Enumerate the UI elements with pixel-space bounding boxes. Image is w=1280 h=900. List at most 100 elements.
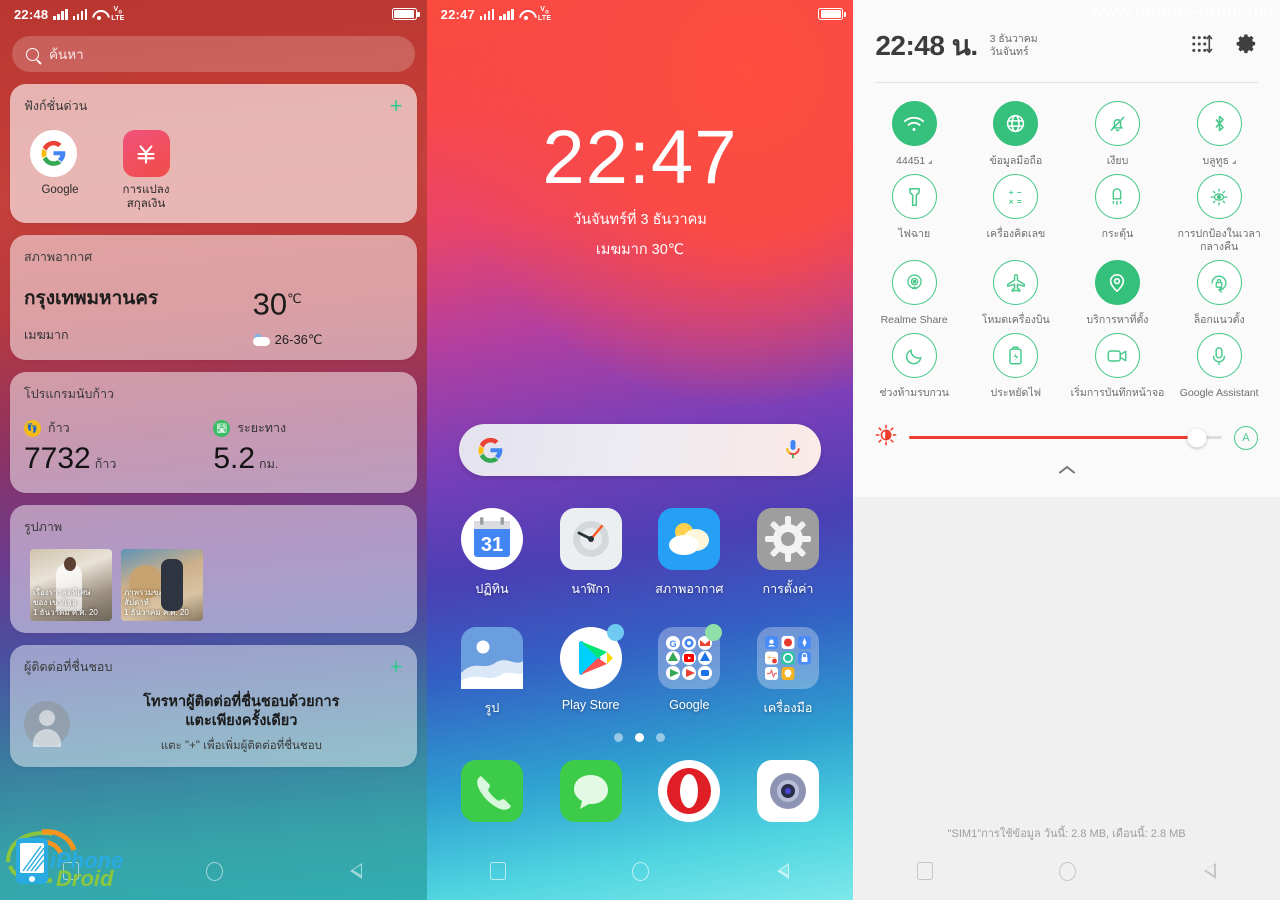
qs-label: ประหยัดไฟ [990,387,1042,399]
svg-text:+: + [1009,188,1014,197]
page-dot[interactable] [614,733,624,742]
qs-toggle-bluetooth[interactable]: บลูทูธ [1168,101,1270,168]
step-counter-title: โปรแกรมนับก้าว [24,387,115,402]
weather-icon [658,508,721,570]
dock-messages[interactable] [541,760,640,822]
page-dot-active[interactable] [635,733,645,742]
signal-icon-sim1 [479,8,495,20]
qs-label: เงียบ [1106,155,1129,167]
weather-card[interactable]: สภาพอากาศ กรุงเทพมหานคร เมฆมาก 30℃ 26-36… [10,235,417,361]
app-calendar[interactable]: 31 ปฏิทิน [443,508,542,599]
mobile-data-globe-icon [993,101,1039,146]
step-counter-card[interactable]: โปรแกรมนับก้าว 👣 ก้าว 7732 ก้าว 🛣 ระยะทาง… [10,372,417,494]
clock-date: วันจันทร์ที่ 3 ธันวาคม [573,212,707,228]
battery-saver-icon [993,333,1039,378]
distance-label: ระยะทาง [237,421,287,436]
microphone-icon [1196,333,1242,378]
settings-gear-icon [757,508,819,570]
qs-toggle-calculator[interactable]: + − × = เครื่องคิดเลข [965,174,1067,254]
home-circle-icon[interactable] [632,861,650,881]
qs-label: บลูทูธ [1202,155,1229,167]
photo-thumbnail[interactable]: เรื่องราวสุดพิเศษ ของ เขา/เธอ 1 ธันวาคม … [30,549,112,622]
back-triangle-icon[interactable] [776,862,790,880]
gear-icon[interactable] [1235,32,1258,60]
search-input[interactable]: ค้นหา [12,36,415,72]
lockscreen-clock: 22:47 วันจันทร์ที่ 3 ธันวาคม เมฆมาก 30℃ [427,118,854,261]
iphone-droid-watermark: iPhone Droid [6,829,123,888]
svg-text:×: × [1009,197,1014,206]
microphone-icon[interactable] [783,438,803,462]
back-triangle-icon[interactable] [1203,862,1217,880]
photo-caption-line3: 1 ธันวาคม ค.ศ. 20 [124,608,189,618]
photo-thumbnail[interactable]: ภาพรวมของ สัปดาห์ 1 ธันวาคม ค.ศ. 20 [121,549,203,622]
signal-icon-sim2 [499,8,514,20]
clock-weather: เมฆมาก 30℃ [595,242,685,258]
home-screen-panel: 22:47 Vo LTE 22:47 วันจันทร์ที่ 3 ธันวาคม… [426,0,854,900]
dock-camera[interactable] [739,760,838,822]
quick-function-google[interactable]: Google [30,130,90,211]
reorder-tiles-icon[interactable] [1191,34,1213,59]
dock-opera[interactable] [640,760,739,822]
brightness-slider[interactable] [909,428,1222,447]
app-google-folder[interactable]: G Google [640,624,739,718]
google-search-bar[interactable] [458,424,822,476]
wifi-icon [519,9,533,20]
qs-row: ไฟฉาย + − × = เครื่องคิดเลข กระตุ้น การป… [863,174,1270,254]
recents-square-icon[interactable] [916,862,933,880]
qs-toggle-google-assistant[interactable]: Google Assistant [1168,333,1270,400]
qs-toggle-battery-saver[interactable]: ประหยัดไฟ [965,333,1067,400]
add-contact-button[interactable]: + [390,656,403,678]
photo-caption-line3: 1 ธันวาคม ค.ศ. 20 [33,608,98,618]
vibration-icon [1094,174,1140,219]
brightness-knob[interactable] [1187,428,1207,447]
favourite-contacts-card: ผู้ติดต่อที่ชื่นชอบ + โทรหาผู้ติดต่อที่ช… [10,645,417,768]
app-weather[interactable]: สภาพอากาศ [640,508,739,599]
rotation-lock-icon [1196,260,1242,305]
distance-column: 🛣 ระยะทาง 5.2 กม. [213,418,402,481]
qs-toggle-vibration[interactable]: กระตุ้น [1067,174,1169,254]
auto-brightness-button[interactable]: A [1233,425,1258,450]
app-play-store[interactable]: Play Store [541,624,640,718]
home-circle-icon[interactable] [205,861,223,881]
qs-toggle-location[interactable]: บริการหาที่ตั้ง [1067,260,1169,327]
qs-toggle-rotation-lock[interactable]: ล็อกแนวตั้ง [1168,260,1270,327]
moon-dnd-icon [891,333,937,378]
clock-time: 22:47 [542,115,738,200]
tools-folder-icon: +− [757,627,819,689]
recents-square-icon[interactable] [489,862,506,880]
contacts-subtext: แตะ "+" เพื่อเพิ่มผู้ติดต่อที่ชื่นชอบ [160,740,322,753]
phone-icon [460,760,523,822]
photos-card[interactable]: รูปภาพ เรื่องราวสุดพิเศษ ของ เขา/เธอ 1 ธ… [10,505,417,634]
add-quick-function-button[interactable]: + [390,95,403,117]
app-clock[interactable]: นาฬิกา [541,508,640,599]
app-tools-folder[interactable]: +− เครื่องมือ [739,627,838,718]
app-label: เครื่องมือ [763,701,813,715]
page-dot[interactable] [656,733,666,742]
quick-function-currency[interactable]: การแปลง สกุลเงิน [116,130,176,211]
app-label: การตั้งค่า [762,582,814,596]
qs-toggle-dnd[interactable]: ช่วงห้ามรบกวน [863,333,965,400]
back-triangle-icon[interactable] [349,862,363,880]
expand-caret-icon[interactable] [928,160,933,164]
quick-functions-card: ฟังก์ชั่นด่วน + Google การแปลง สกุลเงิน [10,84,417,223]
expand-caret-icon[interactable] [1231,160,1236,164]
qs-toggle-realme-share[interactable]: Realme Share [863,260,965,327]
favourite-contacts-title: ผู้ติดต่อที่ชื่นชอบ [24,660,113,675]
app-settings[interactable]: การตั้งค่า [739,508,838,599]
app-row: รูป Play Store G Google +− เครื่องมือ [443,624,838,718]
home-circle-icon[interactable] [1059,861,1077,881]
qs-toggle-airplane-mode[interactable]: โหมดเครื่องบิน [965,260,1067,327]
app-photos[interactable]: รูป [443,627,542,718]
dock-phone[interactable] [443,760,542,822]
qs-label: ล็อกแนวตั้ง [1193,314,1245,326]
quick-function-label-line2: สกุลเงิน [126,198,166,210]
data-usage-text: "SIM1"การใช้ข้อมูล วันนี้: 2.8 MB, เดือน… [947,828,1186,840]
qs-toggle-screen-record[interactable]: เริ่มการบันทึกหน้าจอ [1067,333,1169,400]
qs-toggle-wifi[interactable]: 44451 [863,101,965,168]
qs-toggle-mobile-data[interactable]: ข้อมูลมือถือ [965,101,1067,168]
road-icon: 🛣 [213,419,231,437]
qs-toggle-flashlight[interactable]: ไฟฉาย [863,174,965,254]
expand-panel-button[interactable] [853,455,1280,483]
qs-toggle-silent[interactable]: เงียบ [1067,101,1169,168]
qs-toggle-night-protection[interactable]: การปกป้องในเวลากลางคืน [1168,174,1270,254]
